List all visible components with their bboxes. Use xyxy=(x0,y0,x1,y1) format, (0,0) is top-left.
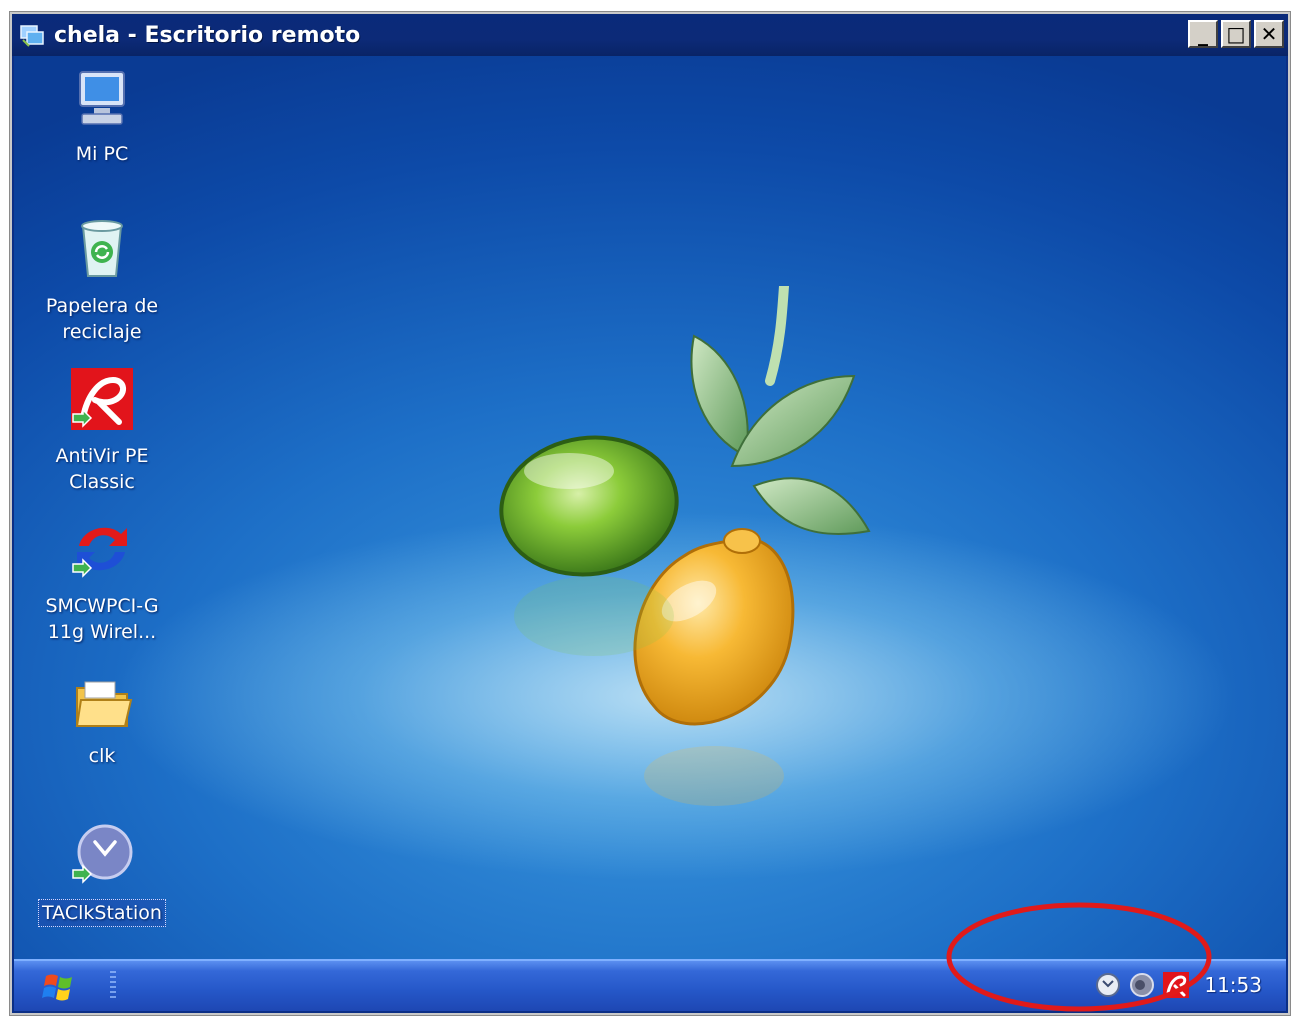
start-button[interactable] xyxy=(36,969,82,1005)
desktop-icon-taclkstation[interactable]: TAClkStation xyxy=(22,822,182,927)
title-bar[interactable]: chela - Escritorio remoto _ □ ✕ xyxy=(12,14,1288,56)
my-computer-icon xyxy=(22,68,182,137)
taclkstation-icon xyxy=(22,822,182,895)
close-button[interactable]: ✕ xyxy=(1254,20,1284,48)
desktop-icon-my-computer[interactable]: Mi PC xyxy=(22,68,182,167)
remote-desktop-icon xyxy=(18,21,46,49)
desktop-icon-label: SMCWPCI-G xyxy=(45,595,159,617)
clock-service-icon[interactable] xyxy=(1094,971,1122,999)
recycle-bin-icon xyxy=(22,216,182,289)
window-title: chela - Escritorio remoto xyxy=(54,22,361,48)
desktop-icon-recycle-bin[interactable]: Papelera de reciclaje xyxy=(22,216,182,345)
windows-logo-icon xyxy=(42,974,72,1001)
desktop-icon-antivir[interactable]: AntiVir PE Classic xyxy=(22,366,182,495)
quick-launch-grip[interactable] xyxy=(110,971,116,1001)
desktop-icon-label: TAClkStation xyxy=(38,899,166,927)
antivir-tray-icon[interactable] xyxy=(1162,971,1190,999)
wireless-adapter-icon xyxy=(22,516,182,589)
folder-icon xyxy=(22,676,182,739)
minimize-button[interactable]: _ xyxy=(1188,20,1218,48)
desktop-icon-label: AntiVir PE xyxy=(55,445,149,467)
desktop-icon-label-line2: 11g Wirel... xyxy=(47,621,157,643)
window-controls: _ □ ✕ xyxy=(1188,20,1284,48)
system-tray: 11:53 xyxy=(1066,961,1286,1009)
desktop-icon-label: Mi PC xyxy=(75,143,129,165)
speaker-icon[interactable] xyxy=(1128,971,1156,999)
taskbar-clock[interactable]: 11:53 xyxy=(1204,973,1262,997)
lemon-and-lime-wallpaper xyxy=(499,286,871,806)
desktop-icon-label: clk xyxy=(88,745,116,767)
desktop-icon-clk-folder[interactable]: clk xyxy=(22,676,182,769)
desktop-icon-label-line2: reciclaje xyxy=(62,321,142,343)
remote-desktop-window: chela - Escritorio remoto _ □ ✕ Mi PC Pa… xyxy=(10,12,1290,1015)
maximize-button[interactable]: □ xyxy=(1221,20,1251,48)
desktop[interactable]: Mi PC Papelera de reciclaje AntiVir PE C… xyxy=(14,56,1286,959)
taskbar: 11:53 xyxy=(14,959,1286,1011)
desktop-icon-wireless-adapter[interactable]: SMCWPCI-G 11g Wirel... xyxy=(22,516,182,645)
antivir-icon xyxy=(22,366,182,439)
desktop-icon-label: Papelera de xyxy=(45,295,159,317)
desktop-icon-label-line2: Classic xyxy=(69,471,135,493)
